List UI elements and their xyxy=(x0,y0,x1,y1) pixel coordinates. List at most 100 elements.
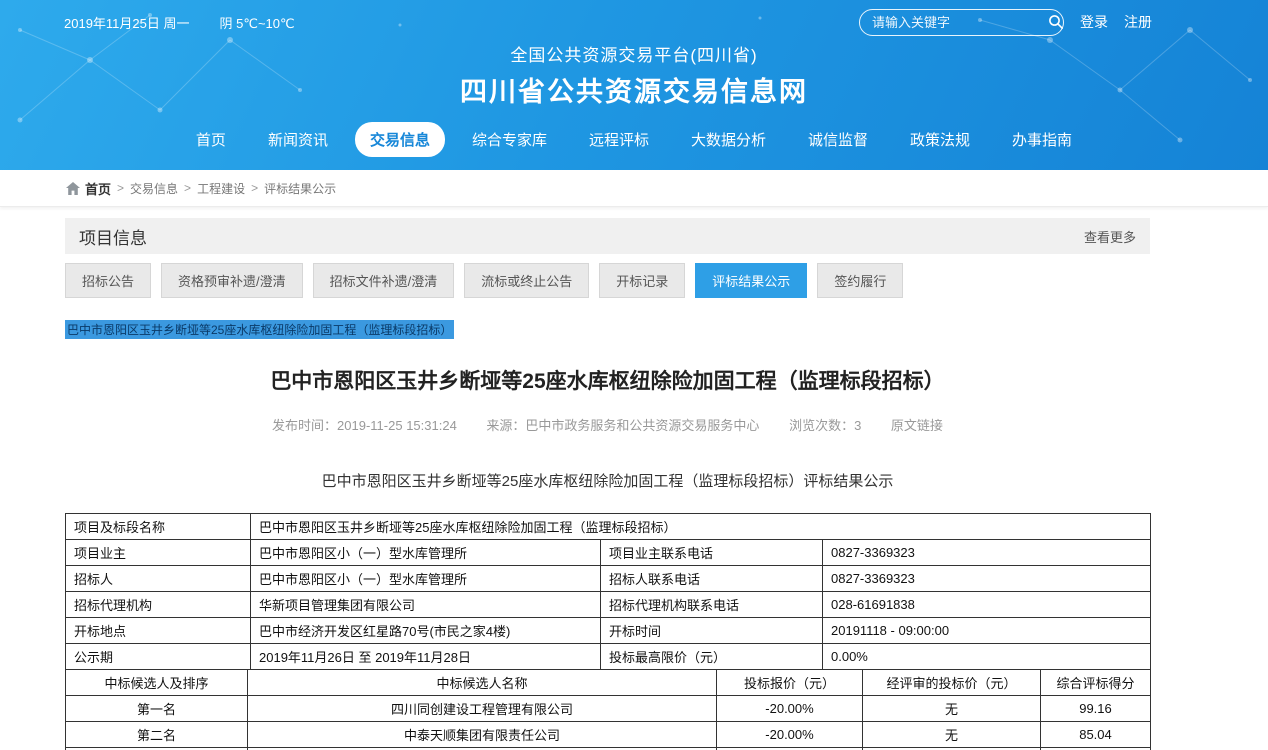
main-content: 项目信息 查看更多 招标公告 资格预审补遗/澄清 招标文件补遗/澄清 流标或终止… xyxy=(65,218,1150,750)
nav-item-home[interactable]: 首页 xyxy=(181,122,241,157)
info-value: 20191118 - 09:00:00 xyxy=(823,618,1151,644)
info-label: 招标人联系电话 xyxy=(601,566,823,592)
home-icon xyxy=(66,182,80,195)
table-row: 项目业主 巴中市恩阳区小（一）型水库管理所 项目业主联系电话 0827-3369… xyxy=(66,540,1151,566)
breadcrumb: 首页 > 交易信息 > 工程建设 > 评标结果公示 xyxy=(0,170,1268,207)
info-value: 巴中市恩阳区玉井乡断垭等25座水库枢纽除险加固工程（监理标段招标） xyxy=(251,514,1151,540)
project-info-header: 项目信息 查看更多 xyxy=(65,218,1150,254)
info-label: 招标代理机构 xyxy=(66,592,251,618)
info-label: 开标时间 xyxy=(601,618,823,644)
info-value: 0827-3369323 xyxy=(823,566,1151,592)
info-label: 公示期 xyxy=(66,644,251,670)
breadcrumb-engineering[interactable]: 工程建设 xyxy=(197,180,245,197)
nav-item-policies[interactable]: 政策法规 xyxy=(895,122,985,157)
main-nav: 首页 新闻资讯 交易信息 综合专家库 远程评标 大数据分析 诚信监督 政策法规 … xyxy=(0,122,1268,157)
info-value: 0827-3369323 xyxy=(823,540,1151,566)
info-label: 投标最高限价（元） xyxy=(601,644,823,670)
table-row: 公示期 2019年11月26日 至 2019年11月28日 投标最高限价（元） … xyxy=(66,644,1151,670)
info-value: 巴中市经济开发区红星路70号(市民之家4楼) xyxy=(251,618,601,644)
nav-item-expert-db[interactable]: 综合专家库 xyxy=(457,122,562,157)
info-value: 巴中市恩阳区小（一）型水库管理所 xyxy=(251,566,601,592)
platform-subtitle: 全国公共资源交易平台(四川省) xyxy=(0,41,1268,66)
nav-item-news[interactable]: 新闻资讯 xyxy=(253,122,343,157)
info-value: 0.00% xyxy=(823,644,1151,670)
table-row: 第二名 中泰天顺集团有限责任公司 -20.00% 无 85.04 xyxy=(66,722,1151,748)
column-header: 综合评标得分 xyxy=(1041,670,1151,696)
info-value: 巴中市恩阳区小（一）型水库管理所 xyxy=(251,540,601,566)
tab-bid-opening-record[interactable]: 开标记录 xyxy=(599,263,685,298)
info-value: 华新项目管理集团有限公司 xyxy=(251,592,601,618)
search-box[interactable] xyxy=(859,9,1064,36)
search-input[interactable] xyxy=(872,15,1048,30)
candidate-name: 中泰天顺集团有限责任公司 xyxy=(248,722,717,748)
breadcrumb-trading-info[interactable]: 交易信息 xyxy=(130,180,178,197)
table-row: 第一名 四川同创建设工程管理有限公司 -20.00% 无 99.16 xyxy=(66,696,1151,722)
register-link[interactable]: 注册 xyxy=(1124,12,1152,32)
info-value: 2019年11月26日 至 2019年11月28日 xyxy=(251,644,601,670)
tab-contract-performance[interactable]: 签约履行 xyxy=(817,263,903,298)
column-header: 投标报价（元） xyxy=(717,670,863,696)
info-label: 开标地点 xyxy=(66,618,251,644)
column-header: 中标候选人名称 xyxy=(248,670,717,696)
breadcrumb-evaluation-results[interactable]: 评标结果公示 xyxy=(264,180,336,197)
info-label: 项目业主联系电话 xyxy=(601,540,823,566)
article-source: 来源：巴中市政务服务和公共资源交易服务中心 xyxy=(486,418,759,433)
article-meta: 发布时间：2019-11-25 15:31:24 来源：巴中市政务服务和公共资源… xyxy=(65,415,1150,434)
info-label: 招标人 xyxy=(66,566,251,592)
evaluation-score: 85.04 xyxy=(1041,722,1151,748)
topbar: 2019年11月25日 周一 阴 5℃~10℃ 登录 注册 xyxy=(0,0,1268,38)
info-value: 028-61691838 xyxy=(823,592,1151,618)
topbar-actions: 登录 注册 xyxy=(859,9,1152,36)
column-header: 经评审的投标价（元） xyxy=(863,670,1041,696)
login-link[interactable]: 登录 xyxy=(1080,12,1108,32)
table-row: 项目及标段名称 巴中市恩阳区玉井乡断垭等25座水库枢纽除险加固工程（监理标段招标… xyxy=(66,514,1151,540)
evaluated-price: 无 xyxy=(863,696,1041,722)
project-info-table: 项目及标段名称 巴中市恩阳区玉井乡断垭等25座水库枢纽除险加固工程（监理标段招标… xyxy=(65,513,1151,670)
tab-evaluation-results[interactable]: 评标结果公示 xyxy=(695,263,807,298)
table-row: 招标代理机构 华新项目管理集团有限公司 招标代理机构联系电话 028-61691… xyxy=(66,592,1151,618)
table-row: 开标地点 巴中市经济开发区红星路70号(市民之家4楼) 开标时间 2019111… xyxy=(66,618,1151,644)
search-icon xyxy=(1048,14,1064,30)
selected-result-link[interactable]: 巴中市恩阳区玉井乡断垭等25座水库枢纽除险加固工程（监理标段招标） xyxy=(65,320,454,339)
nav-item-big-data[interactable]: 大数据分析 xyxy=(676,122,781,157)
section-title: 项目信息 xyxy=(79,224,147,249)
table-header-row: 中标候选人及排序 中标候选人名称 投标报价（元） 经评审的投标价（元） 综合评标… xyxy=(66,670,1151,696)
nav-item-integrity[interactable]: 诚信监督 xyxy=(793,122,883,157)
view-more-link[interactable]: 查看更多 xyxy=(1084,227,1136,246)
tab-failed-or-terminated[interactable]: 流标或终止公告 xyxy=(464,263,589,298)
site-name: 四川省公共资源交易信息网 xyxy=(0,70,1268,109)
candidate-rank: 第二名 xyxy=(66,722,248,748)
original-link[interactable]: 原文链接 xyxy=(891,418,943,433)
tab-tender-doc-addendum[interactable]: 招标文件补遗/澄清 xyxy=(313,263,455,298)
site-header: 2019年11月25日 周一 阴 5℃~10℃ 登录 注册 xyxy=(0,0,1268,170)
breadcrumb-separator: > xyxy=(251,181,258,195)
column-header: 中标候选人及排序 xyxy=(66,670,248,696)
candidate-name: 四川同创建设工程管理有限公司 xyxy=(248,696,717,722)
tab-tender-announcement[interactable]: 招标公告 xyxy=(65,263,151,298)
nav-item-remote-evaluation[interactable]: 远程评标 xyxy=(574,122,664,157)
info-label: 项目及标段名称 xyxy=(66,514,251,540)
evaluated-price: 无 xyxy=(863,722,1041,748)
nav-item-trading-info[interactable]: 交易信息 xyxy=(355,122,445,157)
article-subtitle: 巴中市恩阳区玉井乡断垭等25座水库枢纽除险加固工程（监理标段招标）评标结果公示 xyxy=(65,470,1150,491)
article-title: 巴中市恩阳区玉井乡断垭等25座水库枢纽除险加固工程（监理标段招标） xyxy=(65,365,1150,395)
breadcrumb-home[interactable]: 首页 xyxy=(66,179,111,198)
bid-price: -20.00% xyxy=(717,696,863,722)
info-label: 项目业主 xyxy=(66,540,251,566)
announcement-tabs: 招标公告 资格预审补遗/澄清 招标文件补遗/澄清 流标或终止公告 开标记录 评标… xyxy=(65,263,1150,298)
tab-prequalification-addendum[interactable]: 资格预审补遗/澄清 xyxy=(161,263,303,298)
table-row: 招标人 巴中市恩阳区小（一）型水库管理所 招标人联系电话 0827-336932… xyxy=(66,566,1151,592)
page: 2019年11月25日 周一 阴 5℃~10℃ 登录 注册 xyxy=(0,0,1268,750)
current-date: 2019年11月25日 周一 xyxy=(64,13,190,32)
view-count: 浏览次数：3 xyxy=(789,418,861,433)
breadcrumb-separator: > xyxy=(184,181,191,195)
info-label: 招标代理机构联系电话 xyxy=(601,592,823,618)
nav-item-guide[interactable]: 办事指南 xyxy=(997,122,1087,157)
evaluation-score: 99.16 xyxy=(1041,696,1151,722)
candidates-table: 中标候选人及排序 中标候选人名称 投标报价（元） 经评审的投标价（元） 综合评标… xyxy=(65,669,1151,750)
publish-time: 发布时间：2019-11-25 15:31:24 xyxy=(272,418,457,433)
search-button[interactable] xyxy=(1048,14,1064,30)
topbar-date-weather: 2019年11月25日 周一 阴 5℃~10℃ xyxy=(64,13,295,32)
weather-info: 阴 5℃~10℃ xyxy=(220,13,295,32)
site-titles: 全国公共资源交易平台(四川省) 四川省公共资源交易信息网 xyxy=(0,41,1268,109)
